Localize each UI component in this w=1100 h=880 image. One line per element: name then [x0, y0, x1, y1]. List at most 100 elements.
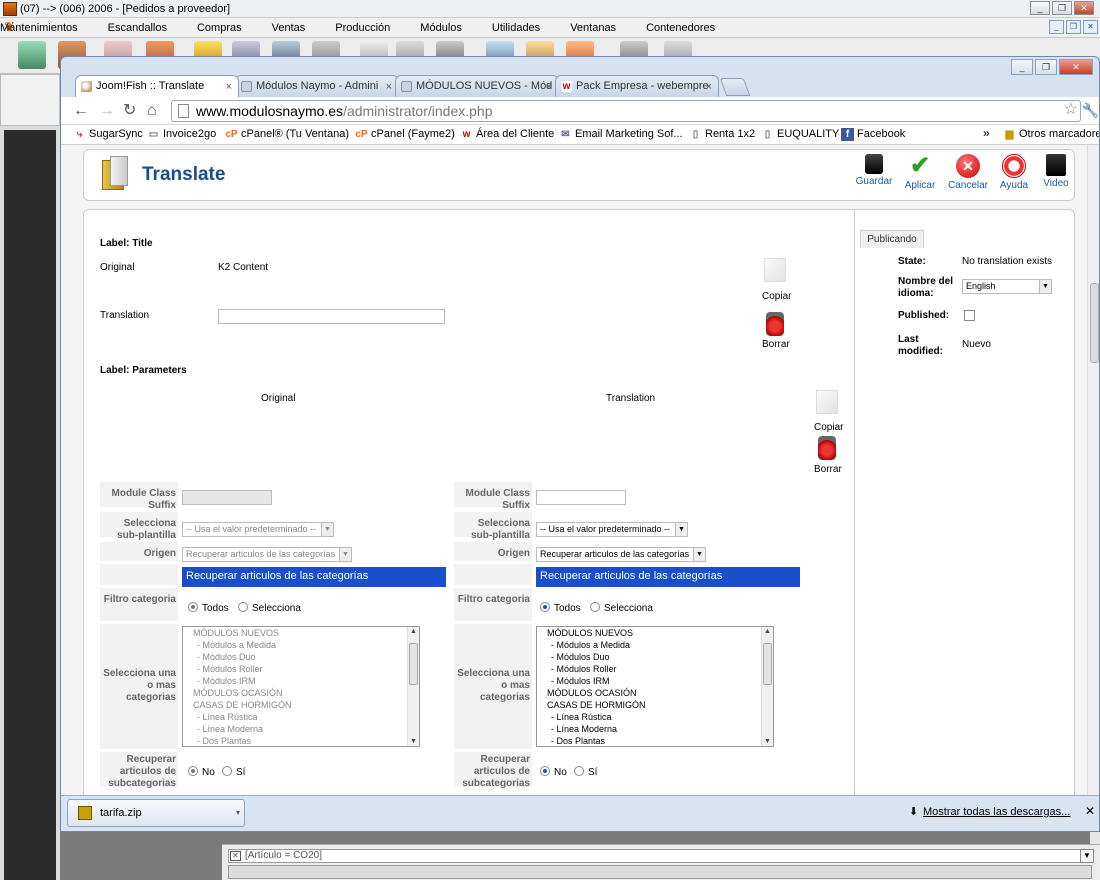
- filtro-todos-label[interactable]: Todos: [554, 603, 581, 614]
- minimize-icon[interactable]: _: [1030, 1, 1050, 15]
- tab-joomfish[interactable]: Joom!Fish :: Translate ×: [75, 75, 239, 97]
- category-option[interactable]: MÓDULOS NUEVOS: [537, 627, 773, 639]
- category-option[interactable]: - Módulos Duo: [537, 651, 773, 663]
- chevron-down-icon[interactable]: ▾: [236, 800, 240, 826]
- copy-params-icon[interactable]: [816, 390, 838, 414]
- tool-book-icon[interactable]: [18, 41, 46, 69]
- delete-label[interactable]: Borrar: [762, 339, 790, 350]
- bookmark-area-cliente[interactable]: w Área del Cliente: [460, 128, 555, 140]
- browser-restore-icon[interactable]: ❐: [1035, 59, 1057, 75]
- tab-close-icon[interactable]: ×: [706, 77, 712, 97]
- copy-label[interactable]: Copiar: [762, 291, 791, 302]
- tab-close-icon[interactable]: ×: [386, 77, 392, 97]
- chevron-down-icon[interactable]: ▼: [1039, 280, 1051, 293]
- close-download-bar-icon[interactable]: ✕: [1085, 804, 1095, 818]
- show-all-downloads-link[interactable]: Mostrar todas las descargas...: [923, 806, 1070, 818]
- menu-utilidades[interactable]: Utilidades: [492, 22, 540, 34]
- help-button[interactable]: Ayuda: [992, 154, 1036, 191]
- menu-ventas[interactable]: Ventas: [272, 22, 306, 34]
- bookmark-star-icon[interactable]: ☆: [1064, 100, 1078, 120]
- bookmark-cpanel-fayme2[interactable]: cP cPanel (Fayme2): [355, 128, 454, 140]
- bookmark-email-marketing[interactable]: ✉ Email Marketing Sof...: [559, 128, 682, 140]
- no-label[interactable]: No: [554, 767, 567, 778]
- cancel-button[interactable]: ✕ Cancelar: [946, 154, 990, 191]
- page-scroll-thumb[interactable]: [1090, 283, 1099, 363]
- status-dropdown-icon[interactable]: ▼: [1080, 849, 1094, 863]
- bookmark-cpanel-tuventana[interactable]: cP cPanel® (Tu Ventana): [225, 128, 349, 140]
- wrench-menu-icon[interactable]: 🔧: [1082, 102, 1099, 119]
- bookmark-euquality[interactable]: ▯ EUQUALITY: [761, 128, 840, 140]
- reload-icon[interactable]: ↻: [123, 102, 136, 120]
- address-bar[interactable]: www.modulosnaymo.es/administrator/index.…: [171, 100, 1081, 122]
- save-button[interactable]: Guardar: [852, 154, 896, 187]
- download-item[interactable]: tarifa.zip ▾: [67, 799, 245, 827]
- subtemplate-translation-select[interactable]: -- Usa el valor predeterminado -- ▼: [536, 522, 688, 537]
- filtro-todos-translation-radio[interactable]: [540, 602, 550, 612]
- category-option[interactable]: - Módulos a Medida: [537, 639, 773, 651]
- tab-close-icon[interactable]: ×: [546, 77, 552, 97]
- back-arrow-icon[interactable]: ←: [73, 102, 89, 120]
- menu-produccion[interactable]: Producción: [335, 22, 390, 34]
- filtro-selecciona-label[interactable]: Selecciona: [604, 603, 653, 614]
- browser-minimize-icon[interactable]: _: [1011, 59, 1033, 75]
- category-option[interactable]: - Línea Moderna: [537, 723, 773, 735]
- copy-params-label[interactable]: Copiar: [814, 422, 843, 433]
- video-button[interactable]: Video: [1034, 154, 1078, 189]
- new-tab-button[interactable]: [719, 78, 751, 96]
- bookmark-sugarsync[interactable]: ⤷ SugarSync: [73, 128, 143, 140]
- filtro-selecciona-translation-radio[interactable]: [590, 602, 600, 612]
- tab-close-icon[interactable]: ×: [226, 77, 232, 97]
- published-checkbox[interactable]: [964, 310, 975, 321]
- menu-logo-icon[interactable]: ❦: [4, 20, 18, 34]
- bookmark-facebook[interactable]: f Facebook: [841, 128, 905, 141]
- language-select[interactable]: English ▼: [962, 279, 1052, 294]
- mdi-close-icon[interactable]: ✕: [1083, 20, 1098, 34]
- publishing-tab[interactable]: Publicando: [860, 230, 924, 248]
- title-translation-input[interactable]: [218, 309, 445, 324]
- outer-hscroll[interactable]: [228, 865, 1092, 879]
- apply-button[interactable]: ✔ Aplicar: [898, 154, 942, 192]
- chevron-down-icon[interactable]: ▼: [693, 548, 705, 561]
- category-option[interactable]: MÓDULOS OCASIÓN: [537, 687, 773, 699]
- forward-arrow-icon[interactable]: →: [99, 102, 115, 120]
- module-class-suffix-translation-input[interactable]: [536, 490, 626, 505]
- category-option[interactable]: CASAS DE HORMIGÓN: [537, 699, 773, 711]
- bookmark-renta[interactable]: ▯ Renta 1x2: [689, 128, 755, 140]
- category-option[interactable]: - Módulos IRM: [537, 675, 773, 687]
- si-label[interactable]: Sí: [588, 767, 597, 778]
- category-option[interactable]: - Línea Rústica: [537, 711, 773, 723]
- scroll-down-icon[interactable]: ▼: [762, 738, 773, 745]
- origen-translation-option[interactable]: Recuperar articulos de las categorías: [536, 567, 800, 587]
- menu-contenedores[interactable]: Contenedores: [646, 22, 715, 34]
- tab-modulos-naymo[interactable]: Módulos Naymo - Admini ×: [235, 75, 399, 97]
- scroll-up-icon[interactable]: ▲: [762, 628, 773, 635]
- trash-params-icon[interactable]: [818, 436, 836, 460]
- menu-escandallos[interactable]: Escandallos: [108, 22, 167, 34]
- status-close-icon[interactable]: ✕: [230, 851, 241, 861]
- menu-compras[interactable]: Compras: [197, 22, 242, 34]
- bookmark-otros[interactable]: ▆ Otros marcadores: [1003, 128, 1099, 140]
- category-option[interactable]: - Módulos Roller: [537, 663, 773, 675]
- bookmarks-overflow[interactable]: »: [983, 126, 990, 140]
- page-scrollbar[interactable]: [1087, 145, 1099, 795]
- trash-icon[interactable]: [766, 312, 784, 336]
- mdi-minimize-icon[interactable]: _: [1049, 20, 1064, 34]
- origen-translation-select[interactable]: Recuperar articulos de las categorías ▼: [536, 547, 706, 562]
- close-icon[interactable]: ✕: [1074, 1, 1094, 15]
- mdi-restore-icon[interactable]: ❐: [1066, 20, 1081, 34]
- tab-modulos-nuevos[interactable]: MÓDULOS NUEVOS - Mód ×: [395, 75, 559, 97]
- tab-pack-empresa[interactable]: w Pack Empresa - webempre ×: [555, 75, 719, 97]
- list-scrollbar[interactable]: ▲ ▼: [761, 627, 773, 746]
- recuperar-no-translation-radio[interactable]: [540, 766, 550, 776]
- restore-icon[interactable]: ❐: [1052, 1, 1072, 15]
- home-icon[interactable]: ⌂: [147, 102, 157, 120]
- category-option[interactable]: - Dos Plantas: [537, 735, 773, 746]
- menu-modulos[interactable]: Módulos: [420, 22, 462, 34]
- menu-ventanas[interactable]: Ventanas: [570, 22, 616, 34]
- copy-icon[interactable]: [764, 258, 786, 282]
- browser-close-icon[interactable]: ✕: [1059, 59, 1093, 75]
- delete-params-label[interactable]: Borrar: [814, 464, 842, 475]
- chevron-down-icon[interactable]: ▼: [675, 523, 687, 536]
- bookmark-invoice2go[interactable]: ▭ Invoice2go: [147, 128, 216, 140]
- recuperar-si-translation-radio[interactable]: [574, 766, 584, 776]
